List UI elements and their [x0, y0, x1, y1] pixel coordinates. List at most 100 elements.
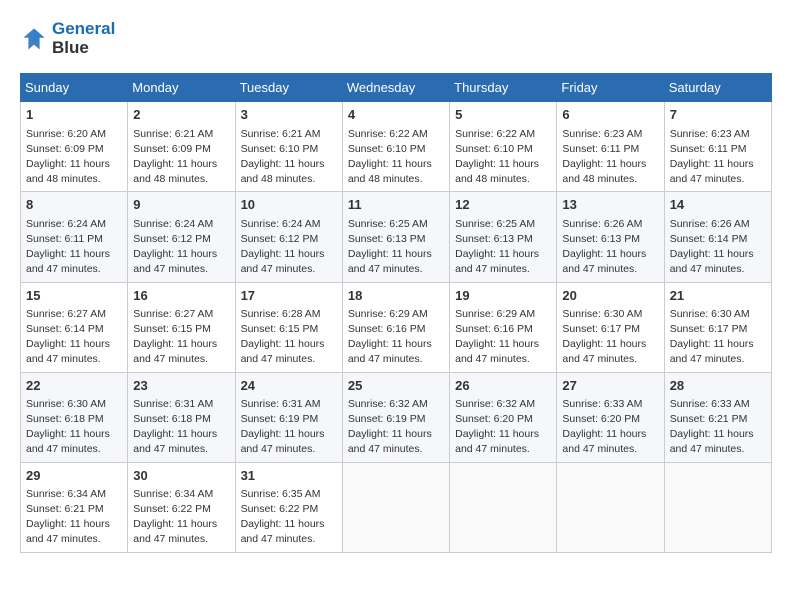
- calendar-day-cell: 24 Sunrise: 6:31 AM Sunset: 6:19 PM Dayli…: [235, 372, 342, 462]
- day-number: 5: [455, 106, 551, 124]
- day-info: Sunrise: 6:24 AM Sunset: 6:11 PM Dayligh…: [26, 217, 122, 278]
- day-info: Sunrise: 6:32 AM Sunset: 6:20 PM Dayligh…: [455, 397, 551, 458]
- calendar-day-cell: [342, 462, 449, 552]
- day-info: Sunrise: 6:29 AM Sunset: 6:16 PM Dayligh…: [455, 307, 551, 368]
- day-info: Sunrise: 6:25 AM Sunset: 6:13 PM Dayligh…: [455, 217, 551, 278]
- day-info: Sunrise: 6:30 AM Sunset: 6:18 PM Dayligh…: [26, 397, 122, 458]
- day-number: 19: [455, 287, 551, 305]
- day-number: 28: [670, 377, 766, 395]
- day-number: 29: [26, 467, 122, 485]
- day-number: 20: [562, 287, 658, 305]
- calendar-day-cell: 23 Sunrise: 6:31 AM Sunset: 6:18 PM Dayli…: [128, 372, 235, 462]
- weekday-header-cell: Monday: [128, 74, 235, 102]
- day-number: 13: [562, 196, 658, 214]
- calendar-week-row: 1 Sunrise: 6:20 AM Sunset: 6:09 PM Daylig…: [21, 102, 772, 192]
- calendar-day-cell: 21Sunrise: 6:30 AM Sunset: 6:17 PM Dayli…: [664, 282, 771, 372]
- calendar-day-cell: 11 Sunrise: 6:25 AM Sunset: 6:13 PM Dayli…: [342, 192, 449, 282]
- day-info: Sunrise: 6:32 AM Sunset: 6:19 PM Dayligh…: [348, 397, 444, 458]
- day-info: Sunrise: 6:27 AM Sunset: 6:15 PM Dayligh…: [133, 307, 229, 368]
- logo: General Blue: [20, 20, 115, 57]
- calendar-day-cell: 25 Sunrise: 6:32 AM Sunset: 6:19 PM Dayli…: [342, 372, 449, 462]
- calendar-table: SundayMondayTuesdayWednesdayThursdayFrid…: [20, 73, 772, 552]
- day-info: Sunrise: 6:22 AM Sunset: 6:10 PM Dayligh…: [348, 127, 444, 188]
- page-header: General Blue: [20, 20, 772, 57]
- day-info: Sunrise: 6:34 AM Sunset: 6:22 PM Dayligh…: [133, 487, 229, 548]
- day-number: 25: [348, 377, 444, 395]
- day-number: 30: [133, 467, 229, 485]
- calendar-day-cell: [557, 462, 664, 552]
- day-number: 16: [133, 287, 229, 305]
- calendar-day-cell: 5 Sunrise: 6:22 AM Sunset: 6:10 PM Daylig…: [450, 102, 557, 192]
- calendar-day-cell: 10Sunrise: 6:24 AM Sunset: 6:12 PM Dayli…: [235, 192, 342, 282]
- weekday-header-cell: Tuesday: [235, 74, 342, 102]
- calendar-day-cell: 6Sunrise: 6:23 AM Sunset: 6:11 PM Daylig…: [557, 102, 664, 192]
- day-number: 21: [670, 287, 766, 305]
- day-info: Sunrise: 6:21 AM Sunset: 6:09 PM Dayligh…: [133, 127, 229, 188]
- logo-icon: [20, 25, 48, 53]
- day-info: Sunrise: 6:33 AM Sunset: 6:20 PM Dayligh…: [562, 397, 658, 458]
- day-number: 4: [348, 106, 444, 124]
- day-number: 24: [241, 377, 337, 395]
- day-info: Sunrise: 6:20 AM Sunset: 6:09 PM Dayligh…: [26, 127, 122, 188]
- calendar-day-cell: [664, 462, 771, 552]
- day-number: 26: [455, 377, 551, 395]
- day-number: 6: [562, 106, 658, 124]
- calendar-day-cell: 28 Sunrise: 6:33 AM Sunset: 6:21 PM Dayli…: [664, 372, 771, 462]
- day-number: 11: [348, 196, 444, 214]
- day-number: 2: [133, 106, 229, 124]
- day-info: Sunrise: 6:21 AM Sunset: 6:10 PM Dayligh…: [241, 127, 337, 188]
- calendar-body: 1 Sunrise: 6:20 AM Sunset: 6:09 PM Daylig…: [21, 102, 772, 552]
- day-info: Sunrise: 6:29 AM Sunset: 6:16 PM Dayligh…: [348, 307, 444, 368]
- day-number: 18: [348, 287, 444, 305]
- calendar-day-cell: 13Sunrise: 6:26 AM Sunset: 6:13 PM Dayli…: [557, 192, 664, 282]
- weekday-header-cell: Friday: [557, 74, 664, 102]
- day-info: Sunrise: 6:31 AM Sunset: 6:19 PM Dayligh…: [241, 397, 337, 458]
- day-info: Sunrise: 6:22 AM Sunset: 6:10 PM Dayligh…: [455, 127, 551, 188]
- day-info: Sunrise: 6:24 AM Sunset: 6:12 PM Dayligh…: [241, 217, 337, 278]
- day-info: Sunrise: 6:28 AM Sunset: 6:15 PM Dayligh…: [241, 307, 337, 368]
- day-number: 7: [670, 106, 766, 124]
- calendar-day-cell: 14Sunrise: 6:26 AM Sunset: 6:14 PM Dayli…: [664, 192, 771, 282]
- calendar-day-cell: 12 Sunrise: 6:25 AM Sunset: 6:13 PM Dayli…: [450, 192, 557, 282]
- calendar-day-cell: 15Sunrise: 6:27 AM Sunset: 6:14 PM Dayli…: [21, 282, 128, 372]
- day-info: Sunrise: 6:33 AM Sunset: 6:21 PM Dayligh…: [670, 397, 766, 458]
- day-number: 22: [26, 377, 122, 395]
- calendar-day-cell: 9Sunrise: 6:24 AM Sunset: 6:12 PM Daylig…: [128, 192, 235, 282]
- weekday-header-cell: Wednesday: [342, 74, 449, 102]
- day-info: Sunrise: 6:30 AM Sunset: 6:17 PM Dayligh…: [562, 307, 658, 368]
- calendar-day-cell: 18 Sunrise: 6:29 AM Sunset: 6:16 PM Dayli…: [342, 282, 449, 372]
- day-number: 12: [455, 196, 551, 214]
- weekday-header-cell: Saturday: [664, 74, 771, 102]
- logo-text: General Blue: [52, 20, 115, 57]
- calendar-day-cell: 31Sunrise: 6:35 AM Sunset: 6:22 PM Dayli…: [235, 462, 342, 552]
- calendar-day-cell: [450, 462, 557, 552]
- day-info: Sunrise: 6:31 AM Sunset: 6:18 PM Dayligh…: [133, 397, 229, 458]
- day-number: 8: [26, 196, 122, 214]
- day-info: Sunrise: 6:25 AM Sunset: 6:13 PM Dayligh…: [348, 217, 444, 278]
- day-number: 27: [562, 377, 658, 395]
- day-info: Sunrise: 6:34 AM Sunset: 6:21 PM Dayligh…: [26, 487, 122, 548]
- calendar-day-cell: 16 Sunrise: 6:27 AM Sunset: 6:15 PM Dayli…: [128, 282, 235, 372]
- calendar-week-row: 8 Sunrise: 6:24 AM Sunset: 6:11 PM Daylig…: [21, 192, 772, 282]
- day-number: 3: [241, 106, 337, 124]
- day-info: Sunrise: 6:23 AM Sunset: 6:11 PM Dayligh…: [670, 127, 766, 188]
- calendar-week-row: 22 Sunrise: 6:30 AM Sunset: 6:18 PM Dayli…: [21, 372, 772, 462]
- calendar-day-cell: 30 Sunrise: 6:34 AM Sunset: 6:22 PM Dayli…: [128, 462, 235, 552]
- weekday-header-row: SundayMondayTuesdayWednesdayThursdayFrid…: [21, 74, 772, 102]
- calendar-day-cell: 19 Sunrise: 6:29 AM Sunset: 6:16 PM Dayli…: [450, 282, 557, 372]
- day-info: Sunrise: 6:27 AM Sunset: 6:14 PM Dayligh…: [26, 307, 122, 368]
- calendar-day-cell: 27 Sunrise: 6:33 AM Sunset: 6:20 PM Dayli…: [557, 372, 664, 462]
- weekday-header-cell: Sunday: [21, 74, 128, 102]
- calendar-day-cell: 17 Sunrise: 6:28 AM Sunset: 6:15 PM Dayli…: [235, 282, 342, 372]
- calendar-week-row: 29 Sunrise: 6:34 AM Sunset: 6:21 PM Dayli…: [21, 462, 772, 552]
- day-number: 17: [241, 287, 337, 305]
- calendar-day-cell: 26 Sunrise: 6:32 AM Sunset: 6:20 PM Dayli…: [450, 372, 557, 462]
- day-number: 1: [26, 106, 122, 124]
- day-info: Sunrise: 6:35 AM Sunset: 6:22 PM Dayligh…: [241, 487, 337, 548]
- calendar-week-row: 15Sunrise: 6:27 AM Sunset: 6:14 PM Dayli…: [21, 282, 772, 372]
- day-info: Sunrise: 6:24 AM Sunset: 6:12 PM Dayligh…: [133, 217, 229, 278]
- day-number: 23: [133, 377, 229, 395]
- calendar-day-cell: 20 Sunrise: 6:30 AM Sunset: 6:17 PM Dayli…: [557, 282, 664, 372]
- calendar-day-cell: 3 Sunrise: 6:21 AM Sunset: 6:10 PM Daylig…: [235, 102, 342, 192]
- day-info: Sunrise: 6:26 AM Sunset: 6:14 PM Dayligh…: [670, 217, 766, 278]
